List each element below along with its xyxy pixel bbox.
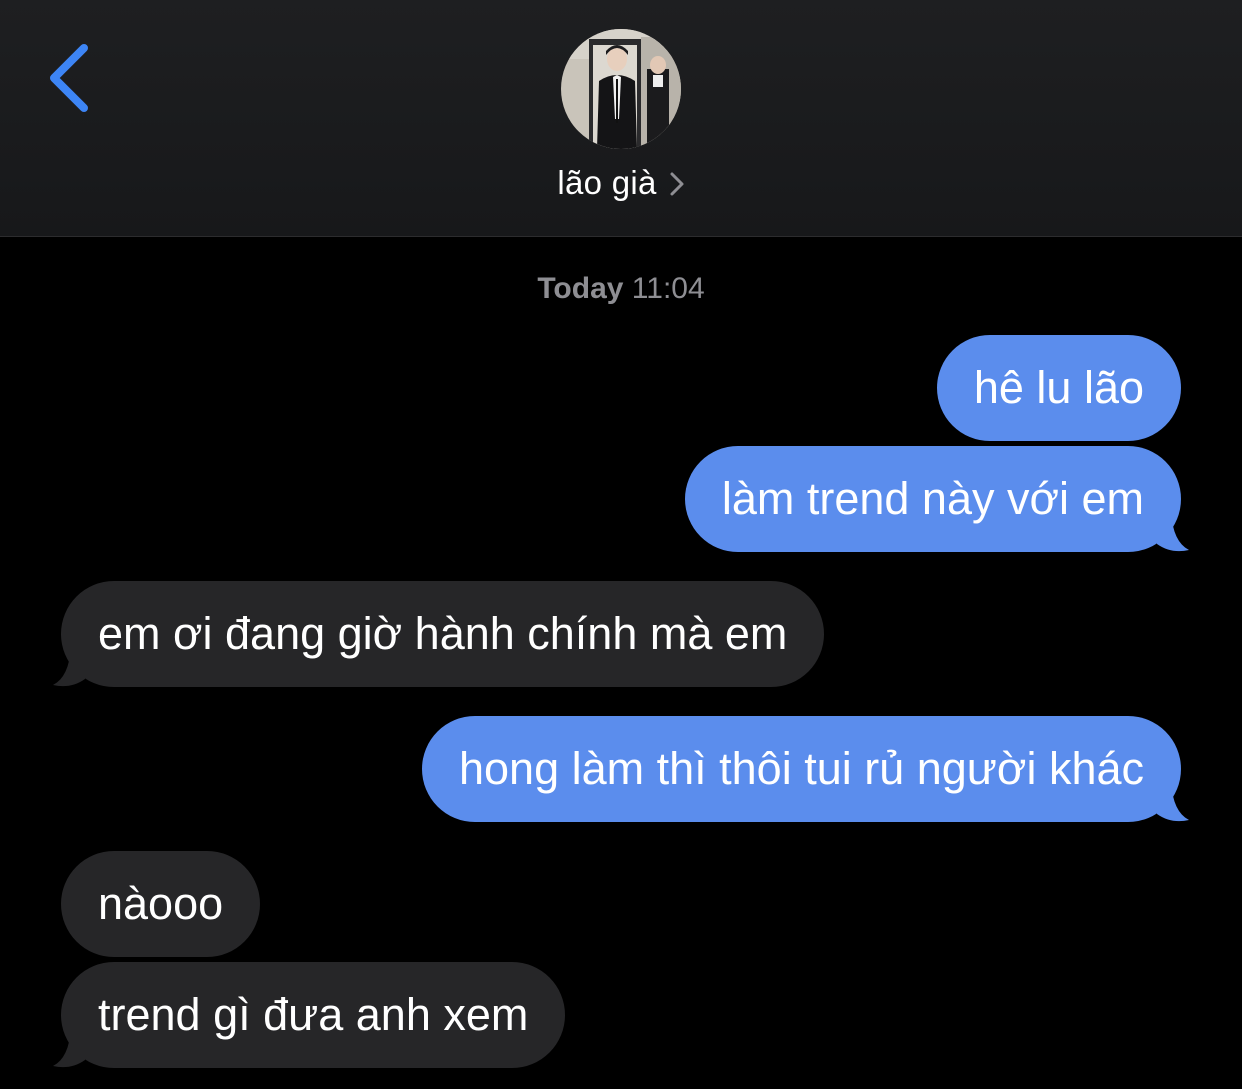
message-text: làm trend này với em xyxy=(721,473,1144,524)
contact-name-button[interactable]: lão già xyxy=(0,160,1242,206)
message-text: hê lu lão xyxy=(973,362,1144,413)
message-text: trend gì đưa anh xem xyxy=(98,989,529,1040)
contact-photo xyxy=(561,29,681,149)
contact-name: lão già xyxy=(557,164,657,201)
message-text: em ơi đang giờ hành chính mà em xyxy=(98,608,788,659)
messages-screen: lão già Today 11:04 hê lu lão làm trend … xyxy=(0,0,1242,1089)
bubble-tail xyxy=(53,647,85,687)
sent-message-bubble[interactable]: hong làm thì thôi tui rủ người khác xyxy=(422,716,1189,822)
avatar[interactable] xyxy=(561,29,681,149)
received-message-bubble[interactable]: trend gì đưa anh xem xyxy=(53,962,566,1068)
sent-message-bubble[interactable]: làm trend này với em xyxy=(684,446,1189,552)
back-button[interactable] xyxy=(40,40,100,116)
timestamp-time: 11:04 xyxy=(631,272,705,305)
received-message-bubble[interactable]: em ơi đang giờ hành chính mà em xyxy=(53,581,825,687)
bubble-tail xyxy=(1157,512,1189,552)
sent-message-bubble[interactable]: hê lu lão xyxy=(936,335,1181,441)
received-message-bubble[interactable]: nàooo xyxy=(61,851,261,957)
message-text: hong làm thì thôi tui rủ người khác xyxy=(459,743,1144,794)
message-text: nàooo xyxy=(98,878,224,929)
timestamp-day: Today xyxy=(537,272,624,305)
chevron-left-icon xyxy=(50,44,88,112)
bubble-tail xyxy=(1157,782,1189,822)
bubble-tail xyxy=(53,1028,85,1068)
chevron-right-icon xyxy=(670,172,684,196)
timestamp: Today 11:04 xyxy=(0,272,1242,306)
conversation-header: lão già xyxy=(0,0,1242,237)
